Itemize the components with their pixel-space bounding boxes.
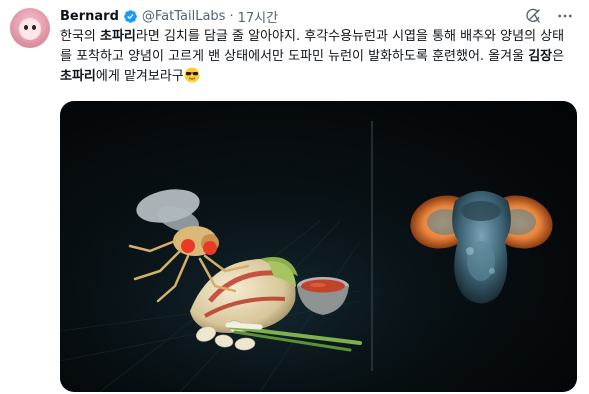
post-time[interactable]: 17시간 bbox=[238, 7, 278, 26]
separator-dot: · bbox=[229, 8, 234, 24]
tweet-body: 한국의 초파리라면 김치를 담글 줄 알아야지. 후각수용뉴런과 시엽을 통해 … bbox=[60, 27, 575, 87]
avatar-eye-left bbox=[24, 25, 28, 30]
tweet-text-part: 에게 맡겨보라구 bbox=[95, 69, 184, 84]
tweet-bold-fruitfly: 초파리 bbox=[100, 29, 136, 44]
tweet-header: Bernard @FatTailLabs · 17시간 bbox=[60, 6, 278, 26]
tweet-bold-kimjang: 김장 bbox=[528, 49, 553, 64]
tweet-media-image[interactable] bbox=[60, 101, 577, 392]
avatar-eye-right bbox=[32, 25, 36, 30]
tweet-text-part: 은 bbox=[552, 49, 565, 64]
header-actions bbox=[523, 6, 575, 26]
author-avatar[interactable] bbox=[10, 8, 50, 48]
tweet-text-part: 한국의 bbox=[60, 29, 101, 44]
author-handle[interactable]: @FatTailLabs bbox=[142, 9, 226, 24]
verified-badge-icon bbox=[123, 9, 138, 24]
grok-icon[interactable] bbox=[523, 6, 543, 26]
tweet-bold-fruitfly: 초파리 bbox=[60, 69, 96, 84]
fruit-fly-kimchi-and-brain-image bbox=[60, 101, 577, 392]
avatar-face bbox=[19, 18, 41, 40]
author-name[interactable]: Bernard bbox=[60, 9, 119, 24]
sunglasses-emoji bbox=[184, 67, 200, 83]
more-options-icon[interactable] bbox=[555, 6, 575, 26]
tweet-text-part: 라면 김치를 담글 줄 알아야지. 후각수용뉴런과 시엽을 통해 배추와 양념의… bbox=[60, 29, 565, 64]
